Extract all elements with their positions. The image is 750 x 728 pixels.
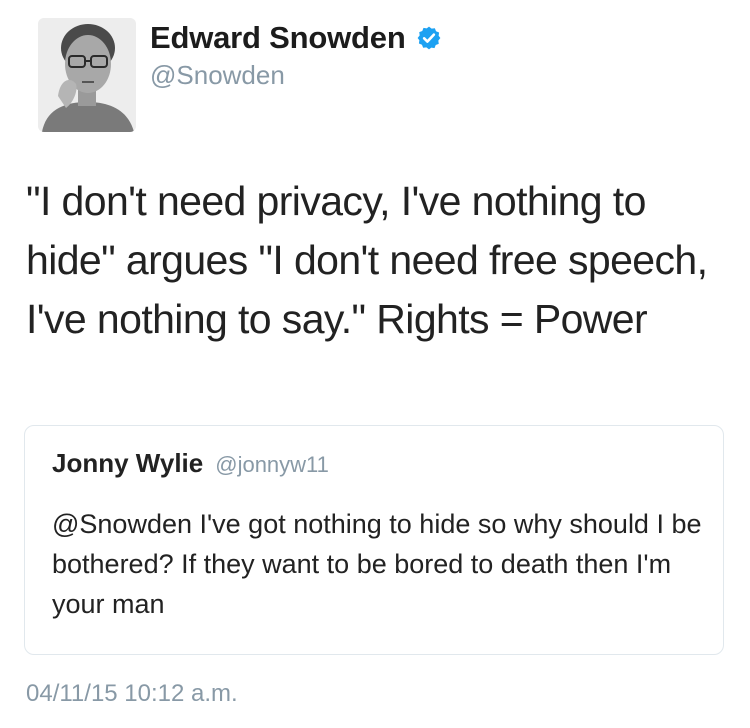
avatar-photo bbox=[38, 18, 136, 132]
verified-badge-icon bbox=[417, 26, 440, 50]
author-display-name[interactable]: Edward Snowden bbox=[150, 20, 406, 56]
quoted-author-name: Jonny Wylie bbox=[52, 448, 204, 478]
tweet-timestamp[interactable]: 04/11/15 10:12 a.m. bbox=[26, 680, 238, 708]
author-handle[interactable]: @Snowden bbox=[150, 60, 285, 91]
quoted-tweet-header: Jonny Wylie @jonnyw11 bbox=[52, 448, 329, 479]
quoted-author-handle: @jonnyw11 bbox=[215, 452, 329, 477]
avatar[interactable] bbox=[38, 18, 136, 132]
quoted-tweet-text: @Snowden I've got nothing to hide so why… bbox=[52, 509, 702, 619]
quoted-tweet-card[interactable]: Jonny Wylie @jonnyw11 @Snowden I've got … bbox=[24, 425, 724, 655]
tweet-text: "I don't need privacy, I've nothing to h… bbox=[26, 178, 708, 342]
author-name-row[interactable]: Edward Snowden bbox=[150, 18, 442, 58]
